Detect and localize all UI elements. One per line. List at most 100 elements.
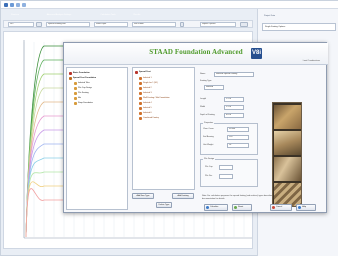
pile-group-title: Pile Design: [203, 158, 216, 160]
pile-dia-input[interactable]: [219, 174, 233, 179]
redo-icon[interactable]: [22, 3, 26, 7]
list-item[interactable]: Wall Footing / Mat Foundation: [143, 96, 170, 100]
length-input[interactable]: 1.5 m: [224, 97, 244, 102]
list-root[interactable]: Spread Foot: [139, 70, 151, 74]
tree-node-icon: [74, 86, 77, 90]
footing-item-icon: [139, 76, 142, 80]
footing-type-field[interactable]: Spread Footing Mat: [46, 22, 90, 27]
panel-selection-field[interactable]: Single Footing Options: [262, 23, 336, 31]
quick-access-toolbar: [1, 1, 338, 9]
type-select[interactable]: Isolated: [204, 85, 224, 90]
undo-icon[interactable]: [16, 3, 20, 7]
foundation-photo-1: [274, 105, 301, 129]
add-existing-button[interactable]: Add Existing: [172, 193, 194, 199]
layer-field[interactable]: Sand Layer: [94, 22, 128, 27]
type-label: Footing Type: [200, 80, 212, 82]
footing-item-icon: [139, 111, 142, 115]
reset-button[interactable]: Reset: [232, 204, 252, 211]
list-item[interactable]: Combined Footing: [143, 116, 159, 120]
foundation-dialog: STAAD Foundation Advanced V8i Load Combi…: [63, 42, 328, 213]
help-label: Help: [302, 206, 307, 208]
calculate-icon: [206, 206, 209, 209]
list-item[interactable]: Single Iso 1 (S1): [143, 81, 158, 85]
calculate-label: Calculate: [210, 206, 219, 208]
footing-item-icon: [139, 106, 142, 110]
tree-node-icon: [69, 76, 72, 80]
soil-label: Soil Bearing: [203, 136, 214, 138]
report-options-field[interactable]: Report Options: [200, 22, 236, 27]
depth-label: Depth of Footing: [200, 114, 215, 116]
name-input[interactable]: Isolated Spread Footing: [214, 72, 254, 77]
list-item[interactable]: Isolated 3: [143, 91, 152, 95]
footing-item-icon: [139, 96, 142, 100]
help-button[interactable]: Help: [296, 204, 316, 211]
footing-form: Name Isolated Spread Footing Footing Typ…: [200, 67, 260, 119]
list-item[interactable]: Isolated 1: [143, 76, 152, 80]
tree-item[interactable]: Isolated Tiles: [78, 81, 90, 85]
reset-icon: [234, 206, 237, 209]
product-logo: V8i: [251, 48, 262, 59]
footing-list[interactable]: Spread Foot Isolated 1 Single Iso 1 (S1) I…: [132, 67, 195, 190]
tab-advanced-analysis[interactable]: Advanced Analysis Settings: [29, 12, 89, 18]
foundation-photo-2: [274, 131, 301, 155]
foundation-type-tree[interactable]: Basic Foundation Spread Foot Foundation Is…: [66, 67, 128, 210]
depth-input[interactable]: 0.6 m: [224, 113, 244, 118]
soil-input[interactable]: 150: [227, 135, 249, 140]
unit-field[interactable]: 245: [8, 22, 34, 27]
application-window: Structure Advanced Analysis Settings Cal…: [0, 0, 338, 256]
list-item[interactable]: Isolated 5: [143, 106, 152, 110]
cover-input[interactable]: 50 mm: [227, 127, 249, 132]
footing-item-icon: [139, 86, 142, 90]
app-logo-icon[interactable]: [4, 3, 8, 7]
weight-label: Unit Weight: [203, 144, 214, 146]
cover-label: Clear Cover: [203, 128, 214, 130]
weight-input[interactable]: 18: [227, 143, 249, 148]
main-toolbar: 245 Spread Footing Mat Sand Layer Soil P…: [3, 20, 253, 28]
length-label: Length: [200, 98, 207, 100]
tab-results[interactable]: Results: [127, 12, 147, 18]
dropdown-button[interactable]: [36, 22, 42, 27]
tree-item[interactable]: Pile Footing: [78, 91, 89, 95]
cancel-icon: [272, 206, 275, 209]
tab-structure[interactable]: Structure: [3, 12, 27, 18]
footing-item-icon: [139, 91, 142, 95]
pile-cap-input[interactable]: [219, 165, 233, 170]
cancel-button[interactable]: Cancel: [270, 204, 292, 211]
calculate-button[interactable]: Calculate: [204, 204, 228, 211]
folder-icon: [135, 71, 138, 74]
list-item[interactable]: Isolated 2: [143, 86, 152, 90]
pile-group: Pile Design Pile Cap Pile Dia.: [200, 158, 258, 187]
foundation-photo-3: [274, 157, 301, 181]
tree-node-icon: [74, 96, 77, 100]
tab-calculation-tools[interactable]: Calculation Tools: [91, 12, 125, 18]
list-item[interactable]: Isolated 4: [143, 101, 152, 105]
report-button[interactable]: [240, 22, 248, 27]
properties-group-title: Properties: [203, 122, 215, 124]
dialog-subtitle: Load Combinations: [302, 60, 320, 62]
toolbar-button[interactable]: [180, 22, 184, 27]
name-label: Name: [200, 73, 206, 75]
dialog-button-bar: Calculate Reset Cancel Help: [194, 203, 326, 212]
save-icon[interactable]: [10, 3, 14, 7]
tree-node-icon: [74, 91, 77, 95]
tree-item[interactable]: Strap Foundation: [78, 101, 93, 105]
cancel-label: Cancel: [276, 206, 283, 208]
pile-cap-label: Pile Cap: [205, 166, 213, 168]
tree-item[interactable]: Pile Cap Design: [78, 86, 92, 90]
list-item[interactable]: Isolated 6: [143, 111, 152, 115]
reset-label: Reset: [238, 206, 244, 208]
delete-type-button[interactable]: Delete Type: [156, 202, 172, 208]
footing-item-icon: [139, 101, 142, 105]
tree-item[interactable]: Mat: [78, 96, 81, 100]
width-input[interactable]: 1.5 m: [224, 105, 244, 110]
ribbon-tabs: Structure Advanced Analysis Settings Cal…: [3, 12, 253, 18]
tree-node-icon: [69, 71, 72, 75]
tree-item[interactable]: Basic Foundation: [73, 71, 90, 75]
pile-dia-label: Pile Dia.: [205, 175, 213, 177]
add-new-type-button[interactable]: Add New Type: [132, 193, 154, 199]
panel-title: Project Data: [264, 15, 276, 17]
tree-item[interactable]: Spread Foot Foundation: [73, 76, 96, 80]
soil-profile-field[interactable]: Soil Profile: [132, 22, 176, 27]
footing-item-icon: [139, 116, 142, 120]
footing-item-icon: [139, 81, 142, 85]
